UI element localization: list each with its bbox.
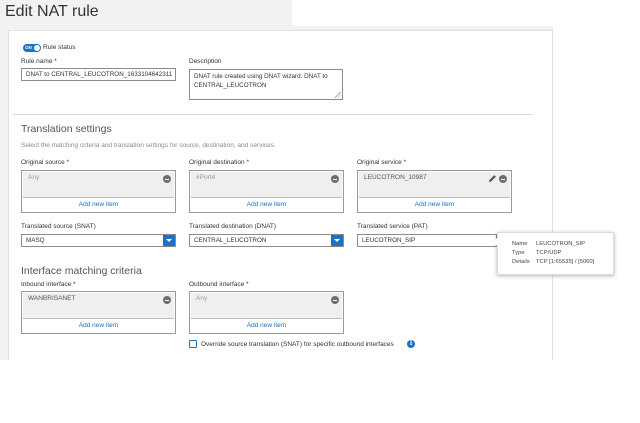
list-item-text: Any (196, 295, 208, 302)
override-snat-checkbox[interactable] (189, 340, 197, 348)
page-title: Edit NAT rule (5, 3, 99, 20)
info-icon[interactable]: i (407, 340, 415, 348)
translated-service-label: Translated service (PAT) (357, 223, 428, 230)
translated-destination-select[interactable]: CENTRAL_LEUCOTRON (189, 234, 344, 247)
add-new-item-button[interactable]: Add new item (191, 318, 342, 332)
add-new-item-button[interactable]: Add new item (191, 197, 342, 211)
list-item: Any (191, 293, 342, 319)
tooltip-type-row: Type TCP/UDP (512, 250, 561, 256)
tooltip-details-row: Details TCP [1:65535] / [5060] (512, 259, 594, 265)
tooltip-value: TCP/UDP (536, 250, 562, 256)
add-new-item-button[interactable]: Add new item (23, 318, 174, 332)
select-value: CENTRAL_LEUCOTRON (194, 237, 267, 244)
rule-status-toggle[interactable]: ON (23, 44, 41, 52)
section-divider (13, 114, 533, 115)
original-source-label: Original source * (21, 159, 70, 166)
resize-handle[interactable] (335, 92, 341, 98)
minus-circle-icon[interactable] (163, 296, 171, 304)
minus-circle-icon[interactable] (331, 175, 339, 183)
outbound-interface-label: Outbound interface * (189, 281, 249, 288)
list-item-text: Any (28, 174, 40, 181)
tooltip-name-row: Name LEUCOTRON_SIP (512, 241, 585, 247)
chevron-down-icon[interactable] (331, 235, 343, 246)
outbound-interface-list: Any Add new item (189, 291, 344, 334)
tooltip-key: Type (512, 250, 525, 256)
original-destination-list: #Port4 Add new item (189, 170, 344, 213)
tooltip-key: Name (512, 241, 528, 247)
description-textarea[interactable]: DNAT rule created using DNAT wizard. DNA… (189, 69, 343, 100)
add-new-item-button[interactable]: Add new item (23, 197, 174, 211)
minus-circle-icon[interactable] (163, 175, 171, 183)
interface-matching-title: Interface matching criteria (21, 265, 142, 277)
list-item: #Port4 (191, 172, 342, 198)
inbound-interface-label: Inbound interface * (21, 281, 76, 288)
header-blank-area (292, 0, 578, 26)
tooltip-value: TCP [1:65535] / [5060] (536, 259, 595, 265)
list-item: WANBRISANET (23, 293, 174, 319)
inbound-interface-list: WANBRISANET Add new item (21, 291, 176, 334)
toggle-knob (34, 45, 40, 51)
translated-source-label: Translated source (SNAT) (21, 223, 96, 230)
nat-rule-form: ON Rule status Rule name * DNAT to CENTR… (8, 30, 553, 360)
translated-destination-label: Translated destination (DNAT) (189, 223, 277, 230)
rule-status-label: Rule status (43, 44, 76, 51)
pencil-icon[interactable] (488, 174, 497, 183)
rule-name-input[interactable]: DNAT to CENTRAL_LEUCOTRON_1633104642311 (21, 68, 176, 81)
original-source-list: Any Add new item (21, 170, 176, 213)
tooltip-key: Details (512, 259, 530, 265)
original-service-label: Original service * (357, 159, 407, 166)
list-item-text: #Port4 (196, 174, 216, 181)
list-item-text: WANBRISANET (28, 295, 76, 302)
select-value: LEUCOTRON_SIP (362, 237, 416, 244)
add-new-item-button[interactable]: Add new item (359, 197, 510, 211)
toggle-state-text: ON (25, 45, 32, 50)
service-details-tooltip: Name LEUCOTRON_SIP Type TCP/UDP Details TCP… (493, 232, 614, 275)
translation-settings-title: Translation settings (21, 123, 112, 135)
override-snat-label: Override source translation (SNAT) for s… (201, 341, 394, 348)
description-text: DNAT rule created using DNAT wizard. DNA… (194, 73, 328, 89)
original-service-list: LEUCOTRON_10987 Add new item (357, 170, 512, 213)
list-item: LEUCOTRON_10987 (359, 172, 510, 198)
tooltip-value: LEUCOTRON_SIP (536, 241, 585, 247)
chevron-down-icon[interactable] (163, 235, 175, 246)
translated-service-select[interactable]: LEUCOTRON_SIP (357, 234, 497, 247)
translation-settings-subtitle: Select the matching criteria and transla… (21, 142, 276, 149)
list-item: Any (23, 172, 174, 198)
minus-circle-icon[interactable] (331, 296, 339, 304)
select-value: MASQ (26, 237, 45, 244)
tooltip-arrow (493, 237, 498, 247)
description-label: Description (189, 58, 222, 65)
rule-name-label: Rule name * (21, 58, 57, 65)
list-item-text: LEUCOTRON_10987 (364, 174, 427, 181)
minus-circle-icon[interactable] (499, 175, 507, 183)
translated-source-select[interactable]: MASQ (21, 234, 176, 247)
original-destination-label: Original destination * (189, 159, 249, 166)
